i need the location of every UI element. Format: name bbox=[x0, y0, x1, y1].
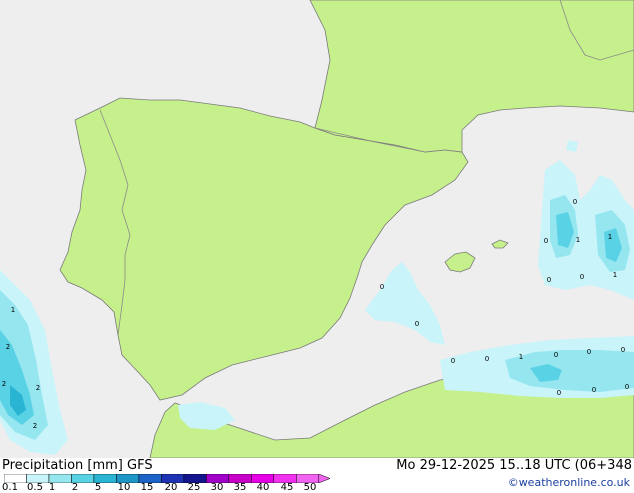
precip-value-label: 0 bbox=[557, 389, 561, 397]
precip-value-label: 2 bbox=[33, 422, 37, 430]
colorbar-tick-label: 35 bbox=[233, 482, 247, 493]
colorbar-arrow bbox=[318, 474, 330, 483]
precip-value-label: 2 bbox=[2, 380, 6, 388]
colorbar-tick-label: 1 bbox=[48, 482, 56, 493]
colorbar-tick-label: 0.1 bbox=[2, 482, 18, 493]
precip-value-label: 1 bbox=[608, 233, 612, 241]
precip-value-label: 2 bbox=[6, 343, 10, 351]
precip-value-label: 0 bbox=[547, 276, 551, 284]
legend-title: Precipitation [mm] GFS bbox=[2, 458, 153, 473]
precip-value-label: 0 bbox=[621, 346, 625, 354]
credit-link[interactable]: ©weatheronline.co.uk bbox=[508, 476, 630, 489]
colorbar-tick-label: 2 bbox=[71, 482, 79, 493]
forecast-time-label: Mo 29-12-2025 15..18 UTC (06+348 bbox=[396, 458, 632, 473]
precipitation-map: 0 0 1 1 1 0 0 0 0 0 0 1 0 0 0 0 0 0 1 2 2 2 2 bbox=[0, 0, 634, 458]
colorbar-tick-label: 5 bbox=[94, 482, 102, 493]
precip-zone-corsica-south bbox=[566, 140, 578, 152]
precip-value-label: 0 bbox=[573, 198, 577, 206]
precip-value-label: 1 bbox=[519, 353, 523, 361]
precip-value-label: 2 bbox=[36, 384, 40, 392]
colorbar-tick-label: 30 bbox=[210, 482, 224, 493]
precip-value-label: 1 bbox=[576, 236, 580, 244]
precip-value-label: 0 bbox=[625, 383, 629, 391]
precip-value-label: 0 bbox=[451, 357, 455, 365]
precip-value-label: 0 bbox=[592, 386, 596, 394]
precip-value-label: 1 bbox=[613, 271, 617, 279]
precip-value-label: 0 bbox=[415, 320, 419, 328]
colorbar-tick-label: 15 bbox=[140, 482, 154, 493]
precip-value-label: 0 bbox=[554, 351, 558, 359]
colorbar-tick-label: 10 bbox=[117, 482, 131, 493]
precip-value-label: 0 bbox=[380, 283, 384, 291]
legend-footer: Precipitation [mm] GFS Mo 29-12-2025 15.… bbox=[0, 458, 634, 493]
colorbar-tick-label: 0.5 bbox=[27, 482, 43, 493]
colorbar-tick-label: 25 bbox=[187, 482, 201, 493]
precip-value-label: 0 bbox=[485, 355, 489, 363]
colorbar-tick-label: 50 bbox=[303, 482, 317, 493]
precip-value-label: 0 bbox=[544, 237, 548, 245]
colorbar-tick-label: 20 bbox=[164, 482, 178, 493]
colorbar-tick-label: 45 bbox=[280, 482, 294, 493]
precip-value-label: 0 bbox=[587, 348, 591, 356]
colorbar-tick-label: 40 bbox=[256, 482, 270, 493]
precip-value-label: 0 bbox=[580, 273, 584, 281]
precip-value-label: 1 bbox=[11, 306, 15, 314]
